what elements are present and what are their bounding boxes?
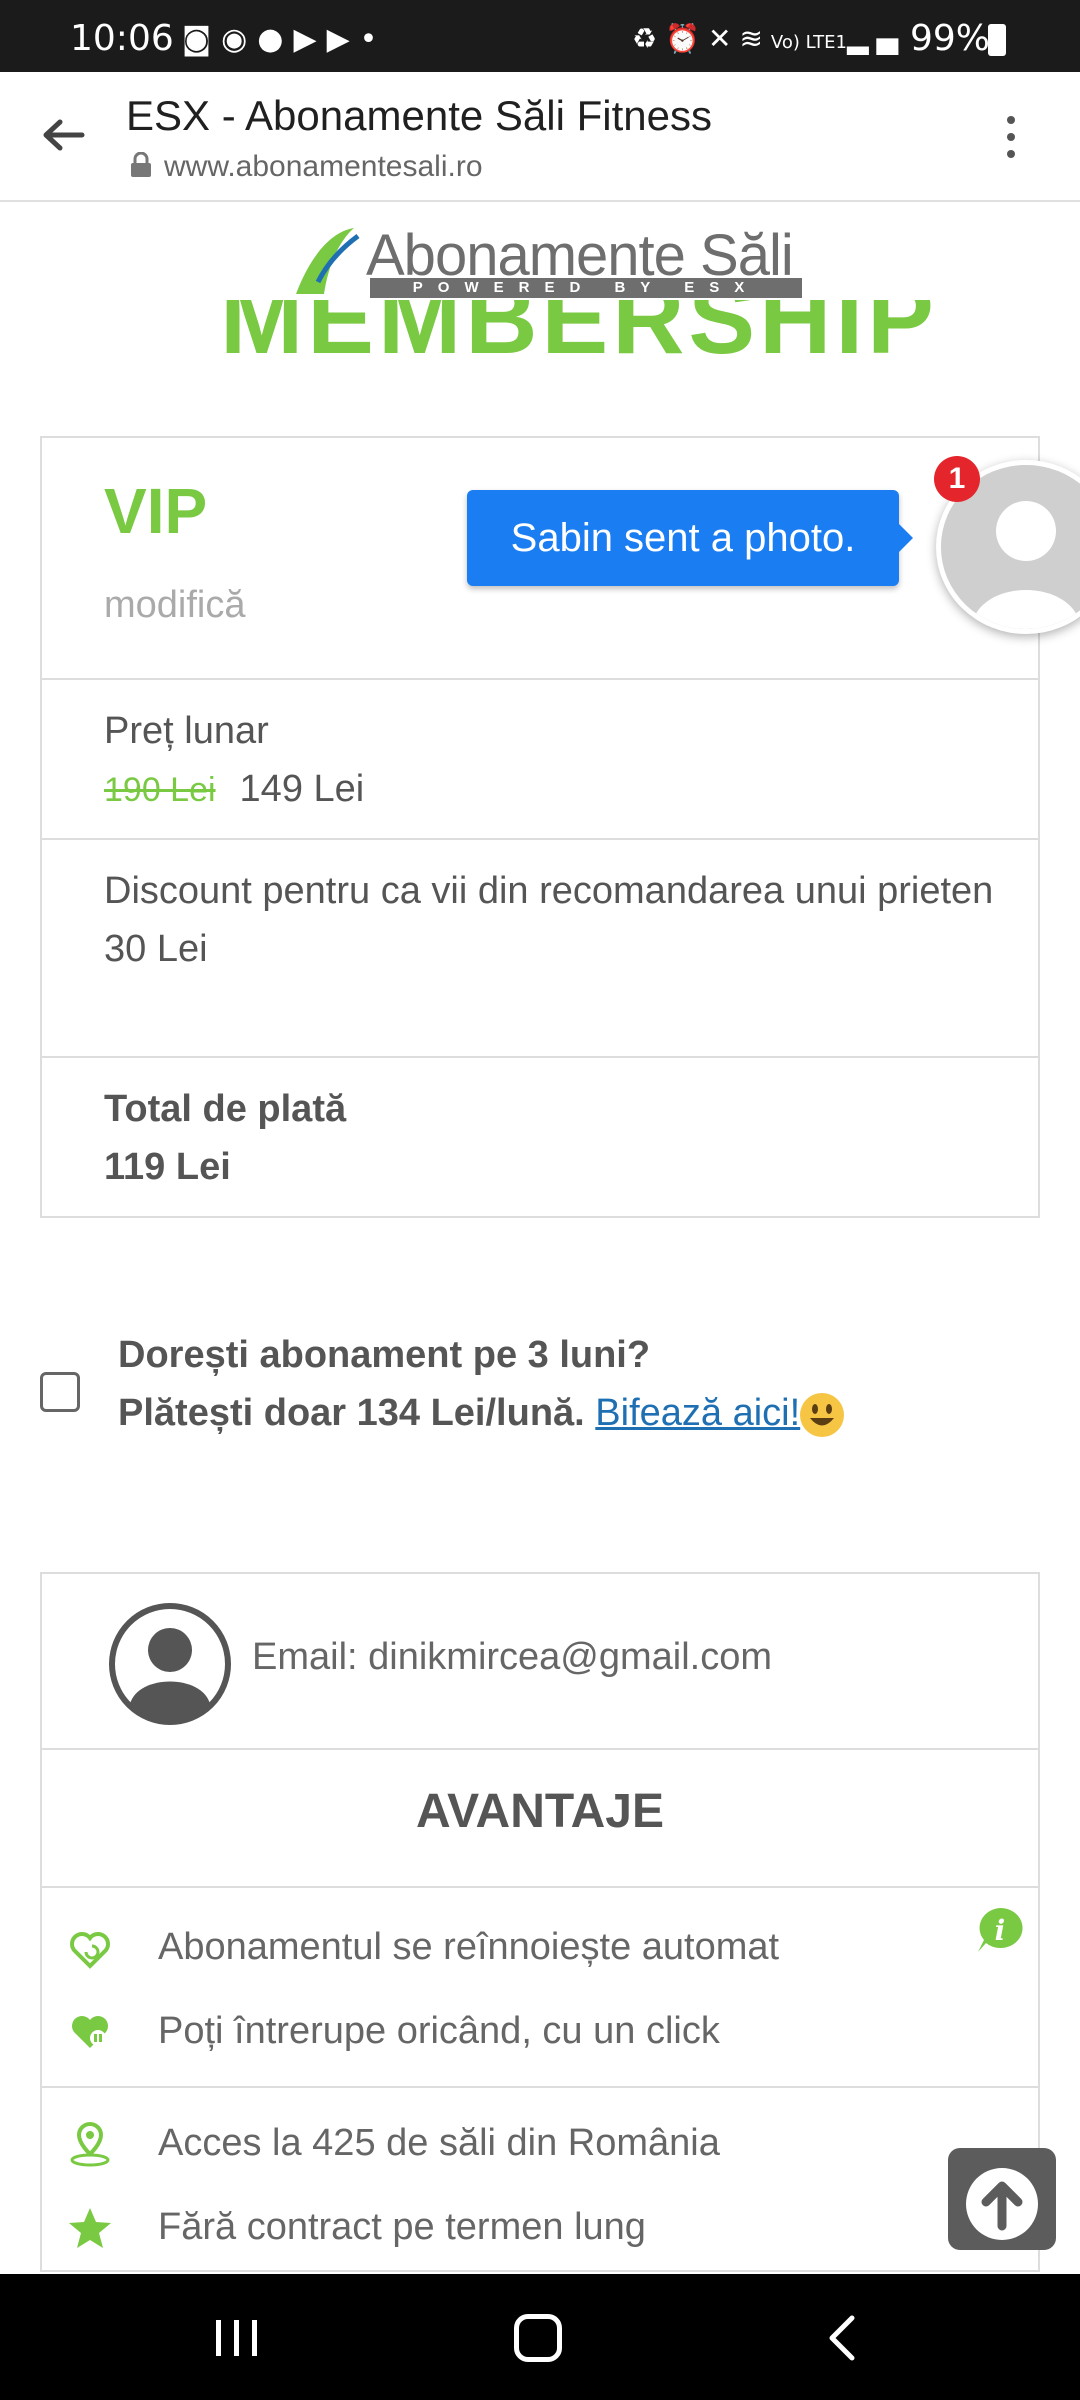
three-month-checkbox[interactable] — [40, 1372, 80, 1412]
advantage-item: Fără contract pe termen lung — [158, 2206, 646, 2248]
advantage-item: Poți întrerupe oricând, cu un click — [158, 2010, 720, 2052]
svg-text:i: i — [995, 1914, 1006, 1947]
advantage-item: Abonamentul se reînnoiește automat — [158, 1926, 780, 1968]
offer-line-2: Plătești doar 134 Lei/lună. — [118, 1392, 585, 1434]
discount-value: 30 Lei — [104, 928, 208, 970]
three-month-offer: Dorești abonament pe 3 luni? Plătești do… — [118, 1326, 845, 1442]
info-icon[interactable]: i — [974, 1904, 1026, 1956]
notification-count-badge: 1 — [934, 456, 980, 502]
recent-apps-icon[interactable] — [212, 2318, 262, 2358]
notification-icons: ◙◉●▶▶• — [182, 22, 387, 57]
navigation-bar — [0, 2274, 1080, 2400]
advantages-heading: AVANTAJE — [415, 1785, 664, 1838]
messenger-icon: ◉ — [221, 22, 258, 57]
star-icon — [69, 2208, 111, 2248]
lock-icon[interactable] — [130, 152, 152, 178]
heart-pause-icon — [72, 2016, 108, 2048]
logo-mark-icon — [296, 228, 360, 294]
user-email: Email: dinikmircea@gmail.com — [252, 1636, 773, 1678]
battery-percent: 99% — [910, 18, 991, 59]
heart-refresh-icon — [70, 1932, 110, 1969]
browser-toolbar: ESX - Abonamente Săli Fitness www.abonam… — [0, 72, 1080, 202]
mute-icon: ✕ — [707, 22, 740, 55]
monthly-price-row: Preț lunar 190 Lei 149 Lei — [42, 678, 1038, 840]
new-price: 149 Lei — [239, 768, 365, 810]
account-advantages-card: Email: dinikmircea@gmail.com AVANTAJE i … — [40, 1572, 1040, 2272]
url-text[interactable]: www.abonamentesali.ro — [164, 150, 483, 184]
divider — [42, 1886, 1038, 1888]
total-label: Total de plată — [104, 1088, 347, 1130]
site-logo[interactable]: Abonamente Săli POWERED BY ESX — [288, 222, 808, 302]
discord-icon: ◙ — [182, 22, 222, 57]
alarm-icon: ⏰ — [665, 22, 708, 55]
monthly-price-label: Preț lunar — [104, 710, 269, 752]
wifi-icon: ≋ — [739, 22, 771, 55]
total-value: 119 Lei — [104, 1146, 231, 1188]
section-heading-partial: MEMBERSHIP — [220, 300, 938, 370]
logo-tagline: POWERED BY ESX — [370, 278, 802, 298]
chat-notification-bubble[interactable]: Sabin sent a photo. — [467, 490, 899, 586]
bubble-tail — [899, 524, 913, 552]
youtube-icon: ▶ — [326, 22, 360, 57]
scroll-to-top-button[interactable] — [948, 2148, 1056, 2250]
divider — [42, 2086, 1038, 2088]
more-options-icon[interactable] — [996, 112, 1026, 162]
nav-back-icon[interactable] — [822, 2314, 862, 2362]
signal-icon: ▂▄ — [846, 22, 907, 55]
battery-icon — [988, 24, 1006, 56]
smiley-emoji-icon — [800, 1392, 845, 1437]
status-bar: 10:06 ◙◉●▶▶• ♻⏰✕≋Vo) LTE1▂▄ 99% — [0, 0, 1080, 72]
plan-name: VIP — [104, 475, 208, 547]
arrow-up-circle-icon — [966, 2168, 1038, 2240]
total-row: Total de plată 119 Lei — [42, 1056, 1038, 1218]
system-icons: ♻⏰✕≋Vo) LTE1▂▄ — [632, 22, 906, 55]
youtube-icon: ▶ — [293, 22, 327, 57]
location-pin-icon — [70, 2121, 110, 2167]
user-avatar-icon — [109, 1603, 231, 1725]
check-here-link[interactable]: Bifează aici! — [595, 1392, 800, 1434]
offer-line-1: Dorești abonament pe 3 luni? — [118, 1334, 651, 1376]
home-icon[interactable] — [514, 2314, 562, 2362]
old-price: 190 Lei — [104, 771, 216, 809]
back-arrow-icon[interactable] — [38, 110, 88, 160]
discount-label: Discount pentru ca vii din recomandarea … — [104, 870, 994, 912]
recycle-icon: ♻ — [632, 22, 666, 55]
status-time: 10:06 — [70, 18, 174, 59]
divider — [42, 1748, 1038, 1750]
advantage-item: Acces la 425 de săli din România — [158, 2122, 720, 2164]
discount-row: Discount pentru ca vii din recomandarea … — [42, 838, 1038, 1058]
page-title: ESX - Abonamente Săli Fitness — [126, 92, 712, 139]
volte-icon: Vo) LTE1 — [770, 32, 847, 53]
modify-plan-link[interactable]: modifică — [104, 584, 246, 627]
facebook-icon: ● — [257, 22, 294, 57]
dot-icon: • — [359, 22, 388, 57]
